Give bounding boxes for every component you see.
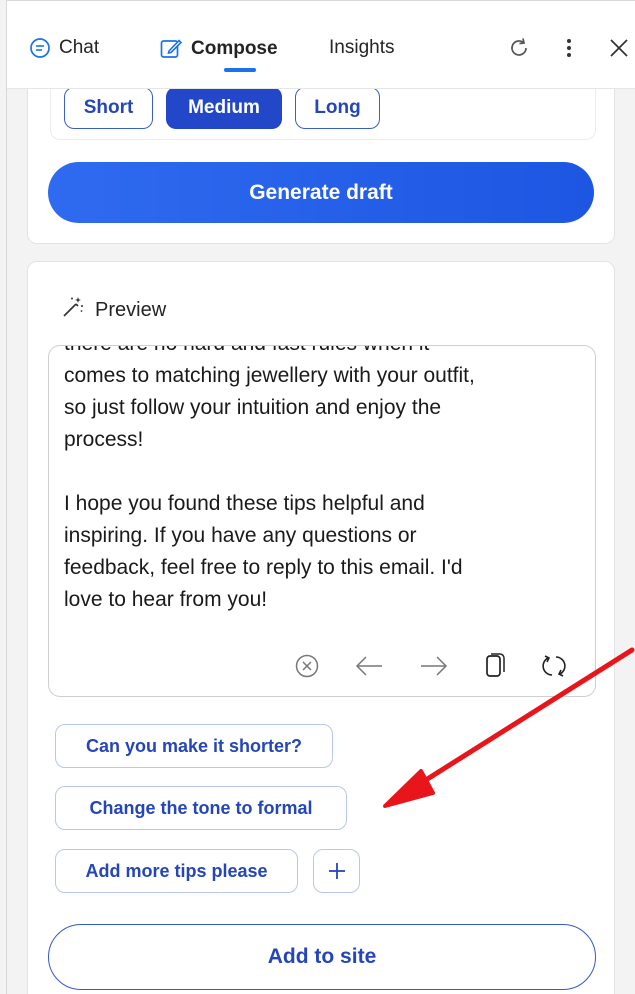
preview-text-area[interactable]: there are no hard and fast rules when it…: [48, 345, 596, 697]
suggestion-shorter-chip[interactable]: Can you make it shorter?: [55, 724, 333, 768]
magic-wand-icon: [61, 295, 85, 325]
draft-line: there are no hard and fast rules when it: [64, 346, 579, 360]
length-short-button[interactable]: Short: [64, 87, 153, 129]
tab-compose[interactable]: Compose: [159, 37, 278, 61]
sidebar-header: Chat Compose Insights: [7, 1, 635, 89]
compose-icon: [159, 37, 183, 61]
length-medium-button[interactable]: Medium: [166, 87, 282, 129]
preview-header: Preview: [61, 295, 166, 325]
copilot-sidebar: Chat Compose Insights Short Medium Long …: [6, 0, 635, 994]
draft-line: process!: [64, 428, 144, 451]
tab-compose-label: Compose: [191, 38, 278, 59]
suggestion-formal-chip[interactable]: Change the tone to formal: [55, 786, 347, 830]
add-suggestion-button[interactable]: [313, 849, 360, 893]
preview-title: Preview: [95, 298, 167, 321]
draft-line: love to hear from you!: [64, 588, 268, 611]
generate-draft-button[interactable]: Generate draft: [48, 162, 594, 223]
plus-icon: [328, 863, 345, 879]
draft-line: comes to matching jewellery with your ou…: [64, 364, 475, 387]
draft-line: I hope you found these tips helpful and: [64, 492, 425, 515]
tab-insights[interactable]: Insights: [329, 37, 394, 59]
close-icon[interactable]: [605, 33, 633, 63]
chat-icon: [29, 37, 51, 59]
preview-card: Preview there are no hard and fast rules…: [27, 261, 615, 994]
add-to-site-button[interactable]: Add to site: [48, 924, 596, 990]
tab-chat[interactable]: Chat: [29, 37, 99, 59]
copy-icon[interactable]: [479, 651, 509, 681]
more-options-icon[interactable]: [555, 33, 583, 63]
length-long-button[interactable]: Long: [295, 87, 380, 129]
regenerate-icon[interactable]: [539, 651, 569, 681]
tab-chat-label: Chat: [59, 37, 100, 58]
arrow-left-icon[interactable]: [354, 651, 384, 681]
arrow-right-icon[interactable]: [419, 651, 449, 681]
draft-text: there are no hard and fast rules when it…: [64, 346, 579, 616]
tab-insights-label: Insights: [329, 37, 395, 58]
clear-icon[interactable]: [292, 651, 322, 681]
refresh-icon[interactable]: [505, 33, 533, 63]
draft-line: so just follow your intuition and enjoy …: [64, 396, 442, 419]
preview-toolbar: [49, 649, 595, 685]
draft-line: feedback, feel free to reply to this ema…: [64, 556, 463, 579]
suggestion-more-tips-chip[interactable]: Add more tips please: [55, 849, 298, 893]
draft-line: inspiring. If you have any questions or: [64, 524, 417, 547]
active-tab-indicator: [224, 68, 256, 72]
